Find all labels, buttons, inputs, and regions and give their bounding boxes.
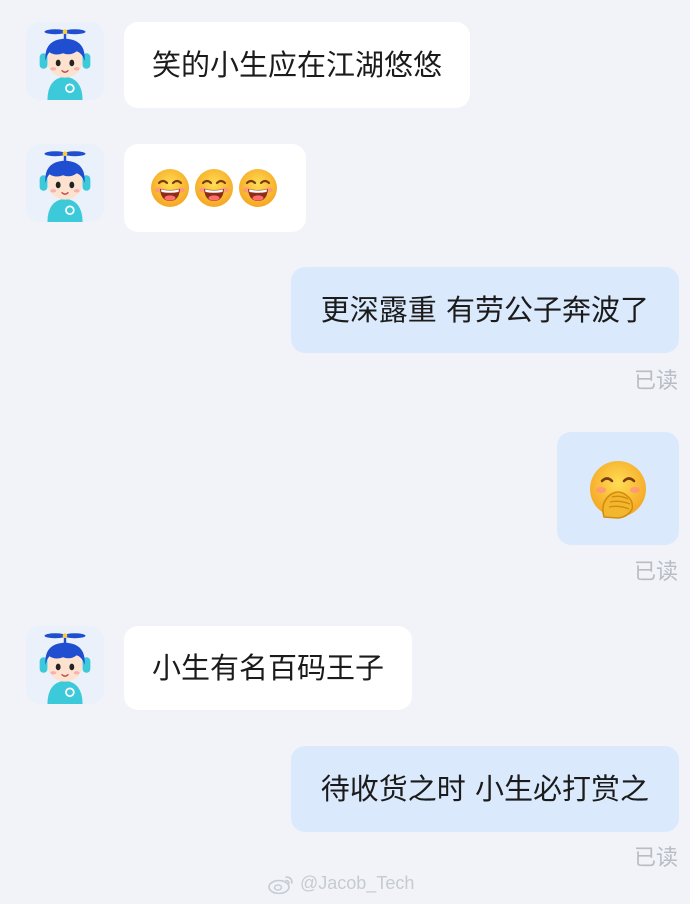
contact-avatar[interactable] bbox=[26, 626, 104, 704]
read-status: 已读 bbox=[633, 560, 678, 585]
message-bubble-incoming[interactable] bbox=[124, 144, 306, 232]
message-bubble-outgoing[interactable] bbox=[557, 432, 679, 545]
message-bubble-outgoing[interactable]: 更深露重 有劳公子奔波了 bbox=[290, 267, 679, 353]
grinning-squint-emoji-icon bbox=[194, 168, 234, 208]
message-text: 更深露重 有劳公子奔波了 bbox=[320, 292, 649, 327]
contact-avatar[interactable] bbox=[26, 22, 104, 100]
grinning-squint-emoji-icon bbox=[150, 168, 190, 208]
contact-avatar[interactable] bbox=[26, 144, 104, 222]
grinning-squint-emoji-icon bbox=[238, 168, 278, 208]
weibo-icon bbox=[268, 874, 294, 894]
message-bubble-outgoing[interactable]: 待收货之时 小生必打赏之 bbox=[290, 746, 679, 832]
message-text: 小生有名百码王子 bbox=[152, 650, 385, 685]
message-bubble-incoming[interactable]: 笑的小生应在江湖悠悠 bbox=[124, 22, 471, 108]
message-text: 待收货之时 小生必打赏之 bbox=[320, 771, 649, 806]
hand-over-mouth-emoji-icon bbox=[588, 459, 648, 519]
message-bubble-incoming[interactable]: 小生有名百码王子 bbox=[124, 626, 413, 710]
read-status: 已读 bbox=[633, 369, 678, 394]
read-status: 已读 bbox=[633, 846, 678, 871]
message-text: 笑的小生应在江湖悠悠 bbox=[152, 47, 443, 82]
watermark: @Jacob_Tech bbox=[268, 873, 414, 894]
watermark-text: @Jacob_Tech bbox=[300, 873, 415, 893]
